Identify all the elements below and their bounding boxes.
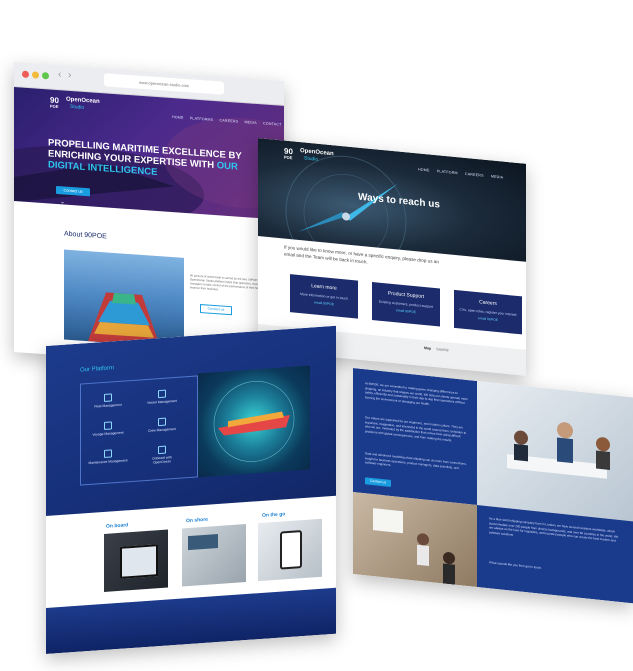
contact-logo-mark-sub: POE [284, 154, 293, 161]
home-hero: 90 POE OpenOcean Studio HOME PLATFORMS C… [14, 87, 284, 221]
about-paragraph-5: If that sounds like you then get in touc… [489, 560, 542, 570]
monitor-graphic [120, 544, 158, 579]
presentation-graphic [373, 508, 455, 585]
logo-mark-sub: POE [50, 103, 59, 110]
phone-graphic [280, 530, 302, 570]
ship-globe-graphic [213, 381, 295, 462]
feature-voyage-management[interactable]: Voyage Management [90, 420, 126, 437]
on-the-go-image [258, 518, 322, 582]
contact-card-product-support[interactable]: Product Support Existing customers, prod… [372, 281, 440, 327]
container-stack-graphic [88, 292, 160, 347]
about-title: About 90POE [64, 230, 107, 241]
about-paragraph-3: Data and advanced modelling show shippin… [365, 451, 467, 470]
office-screens-graphic [188, 533, 218, 551]
map-tab-satellite[interactable]: Satellite [436, 347, 449, 352]
crew-icon [158, 417, 166, 427]
maintenance-icon [104, 449, 112, 458]
nav-media[interactable]: MEDIA [244, 120, 256, 125]
onshore-image [182, 524, 246, 587]
tab-on-the-go[interactable]: On the go [262, 511, 285, 519]
about-content-screenshot: At 90POE, we are committed to making gam… [353, 368, 633, 604]
about-paragraph-2: Our values are supported by our engineer… [365, 415, 467, 443]
about-paragraph-4: As a blue world shipping company born in… [489, 516, 619, 543]
feature-onboard[interactable]: Onboard with OpenOcean [144, 445, 180, 466]
forward-arrow-icon[interactable]: › [68, 70, 71, 81]
nav-home[interactable]: HOME [172, 115, 184, 120]
platform-page-screenshot: Our Platform Fleet Management Vessel Man… [46, 325, 336, 654]
locations-text-block: As a blue world shipping company born in… [477, 505, 633, 604]
meeting-photo [477, 381, 633, 522]
logo-sub: Studio [70, 103, 85, 111]
about-text-block: At 90POE, we are committed to making gam… [353, 368, 477, 506]
onboard-icon [158, 445, 166, 455]
presentation-photo [353, 492, 477, 588]
contact-hero: 90 POE OpenOcean Studio HOME PLATFORM CA… [258, 138, 526, 262]
map-tab-map[interactable]: Map [424, 346, 431, 351]
feature-crew-management[interactable]: Crew Management [144, 417, 180, 434]
platform-section: Our Platform Fleet Management Vessel Man… [46, 325, 336, 516]
contact-logo-sub: Studio [304, 155, 319, 163]
fleet-icon [104, 393, 112, 402]
digital-ship-image [198, 365, 310, 478]
voyage-icon [104, 421, 112, 430]
container-ship-image [64, 249, 184, 348]
contact-card-learn-more[interactable]: Learn more More information or get in to… [290, 274, 358, 319]
vessel-icon [158, 389, 166, 399]
about-content-contact-button[interactable]: Contact us [365, 477, 391, 487]
feature-fleet-management[interactable]: Fleet Management [90, 392, 126, 409]
close-dot-icon[interactable] [22, 70, 29, 79]
tab-on-shore[interactable]: On shore [186, 517, 208, 525]
home-page-screenshot: ‹ › www.openocean-studio.com 90 POE Open… [14, 62, 284, 371]
meeting-people-graphic [507, 422, 610, 479]
feature-vessel-management[interactable]: Vessel Management [144, 389, 180, 406]
platform-footer [46, 587, 336, 654]
feature-label: Onboard with OpenOcean [152, 455, 172, 465]
about-contact-button[interactable]: Contact us [200, 304, 232, 316]
tab-on-board[interactable]: On board [106, 522, 128, 530]
back-arrow-icon[interactable]: ‹ [58, 69, 61, 80]
platform-title: Our Platform [80, 365, 115, 374]
maximize-dot-icon[interactable] [42, 71, 49, 80]
about-paragraph-1: At 90POE, we are committed to making gam… [365, 381, 468, 406]
onboard-image [104, 529, 168, 592]
address-bar[interactable]: www.openocean-studio.com [104, 73, 224, 95]
minimize-dot-icon[interactable] [32, 71, 39, 79]
contact-card-careers[interactable]: Careers CVs, open roles, register your i… [454, 289, 522, 335]
